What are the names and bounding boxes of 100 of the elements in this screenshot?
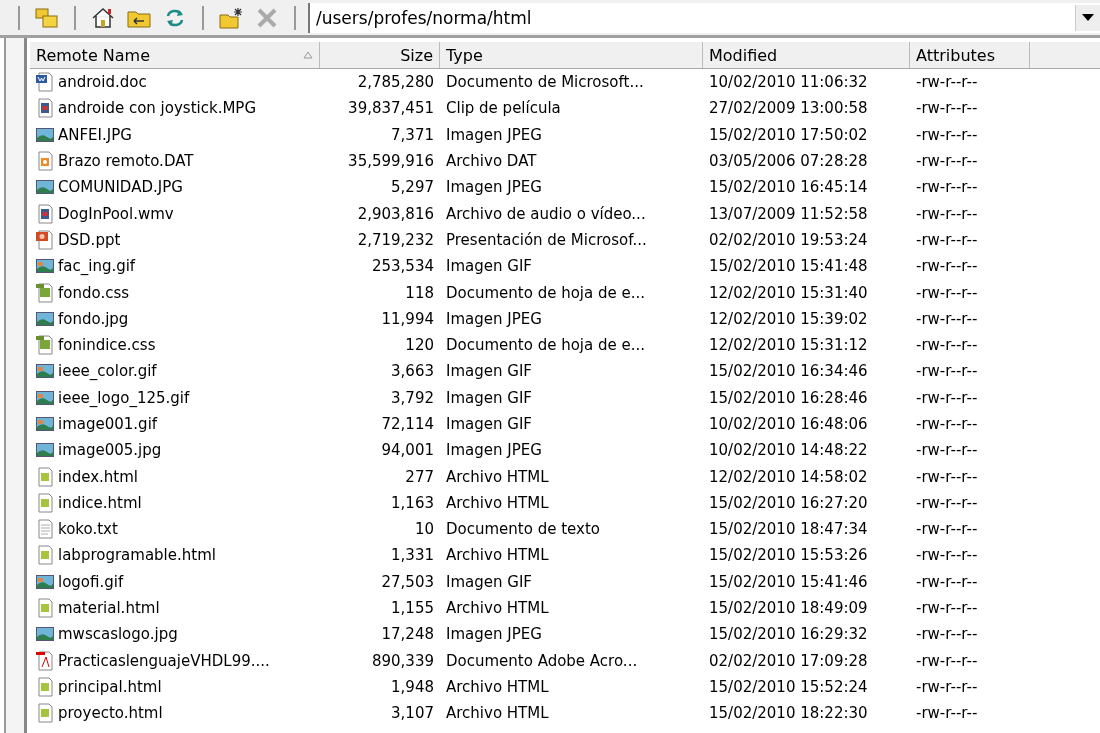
file-name[interactable]: ieee_color.gif (58, 362, 157, 381)
file-attributes: -rw-r--r-- (916, 125, 978, 144)
file-modified: 15/02/2010 15:53:26 (709, 546, 868, 565)
file-attributes: -rw-r--r-- (916, 572, 978, 591)
file-name[interactable]: ieee_logo_125.gif (58, 388, 190, 407)
file-size: 3,663 (391, 362, 434, 381)
file-modified: 15/02/2010 16:34:46 (709, 362, 868, 381)
file-name[interactable]: labprogramable.html (58, 546, 216, 565)
file-modified: 13/07/2009 11:52:58 (709, 204, 868, 223)
file-name[interactable]: image001.gif (58, 415, 158, 433)
file-name[interactable]: COMUNIDAD.JPG (58, 178, 183, 197)
path-field[interactable]: /users/profes/norma/html (308, 2, 1100, 33)
file-size: 94,001 (381, 441, 434, 460)
file-size: 3,792 (391, 388, 434, 407)
file-name[interactable]: mwscaslogo.jpg (58, 625, 178, 644)
document-icon (36, 72, 54, 93)
file-name[interactable]: koko.txt (58, 520, 118, 539)
file-size: 1,155 (391, 599, 434, 618)
film-icon (36, 98, 54, 119)
file-modified: 15/02/2010 16:29:32 (709, 625, 868, 644)
web-page-icon (36, 676, 54, 697)
sort-ascending-icon (303, 51, 313, 59)
file-size: 277 (405, 467, 434, 486)
file-modified: 15/02/2010 18:49:09 (709, 599, 868, 618)
file-type: Archivo HTML (446, 467, 549, 486)
file-attributes: -rw-r--r-- (916, 230, 978, 249)
file-attributes: -rw-r--r-- (916, 388, 978, 407)
file-name[interactable]: image005.jpg (58, 441, 162, 460)
file-type: Archivo HTML (446, 704, 549, 723)
file-type: Archivo HTML (446, 677, 549, 696)
file-name[interactable]: index.html (58, 467, 138, 486)
file-attributes: -rw-r--r-- (916, 415, 978, 433)
file-type: Archivo HTML (446, 493, 549, 512)
file-attributes: -rw-r--r-- (916, 546, 978, 565)
file-name[interactable]: fondo.css (58, 283, 130, 302)
file-size: 118 (405, 283, 434, 302)
file-modified: 15/02/2010 15:41:48 (709, 257, 868, 276)
file-size: 10 (414, 520, 434, 539)
file-modified: 10/02/2010 16:48:06 (709, 415, 868, 433)
presentation-icon (36, 229, 54, 250)
file-name[interactable]: Brazo remoto.DAT (58, 152, 194, 171)
file-type: Documento de hoja de e... (446, 336, 646, 355)
file-size: 120 (405, 336, 434, 355)
file-name[interactable]: proyecto.html (58, 704, 163, 723)
file-modified: 12/02/2010 14:58:02 (709, 467, 868, 486)
column-header[interactable]: Attributes (910, 42, 1030, 68)
file-type: Clip de película (446, 99, 561, 118)
file-name[interactable]: principal.html (58, 677, 162, 696)
file-type: Imagen GIF (446, 362, 532, 381)
file-size: 253,534 (371, 257, 434, 276)
file-modified: 02/02/2010 19:53:24 (709, 230, 868, 249)
file-type: Imagen JPEG (446, 309, 542, 328)
file-type: Imagen GIF (446, 388, 532, 407)
file-size: 17,248 (381, 625, 434, 644)
file-name[interactable]: DogInPool.wmv (58, 204, 174, 223)
file-modified: 15/02/2010 17:50:02 (709, 125, 868, 144)
file-modified: 03/05/2006 07:28:28 (709, 152, 868, 171)
file-name[interactable]: fonindice.css (58, 336, 156, 355)
column-header[interactable]: Modified (703, 42, 910, 68)
text-file-icon (36, 519, 54, 540)
file-name[interactable]: indice.html (58, 493, 142, 512)
file-modified: 15/02/2010 15:41:46 (709, 572, 868, 591)
file-modified: 12/02/2010 15:31:12 (709, 336, 868, 355)
file-modified: 15/02/2010 18:47:34 (709, 520, 868, 539)
file-attributes: -rw-r--r-- (916, 257, 978, 276)
file-attributes: -rw-r--r-- (916, 73, 978, 92)
file-name[interactable]: fondo.jpg (58, 309, 129, 328)
file-size: 3,107 (391, 704, 434, 723)
file-name[interactable]: ANFEI.JPG (58, 125, 132, 144)
file-attributes: -rw-r--r-- (916, 309, 978, 328)
file-attributes: -rw-r--r-- (916, 336, 978, 355)
file-type: Archivo DAT (446, 152, 537, 171)
file-name[interactable]: androide con joystick.MPG (58, 99, 257, 118)
file-attributes: -rw-r--r-- (916, 704, 978, 723)
file-name[interactable]: fac_ing.gif (58, 257, 136, 276)
file-name[interactable]: PracticaslenguajeVHDL99.... (58, 651, 270, 670)
file-size: 5,297 (391, 178, 434, 197)
file-name[interactable]: android.doc (58, 73, 147, 92)
file-attributes: -rw-r--r-- (916, 204, 978, 223)
file-size: 2,719,232 (357, 230, 434, 249)
file-size: 2,903,816 (357, 204, 434, 223)
web-page-icon (36, 598, 54, 619)
file-name[interactable]: material.html (58, 599, 160, 618)
file-name[interactable]: logofi.gif (58, 572, 124, 591)
file-size: 1,948 (391, 677, 434, 696)
file-name[interactable]: DSD.ppt (58, 230, 121, 249)
column-header[interactable]: Remote Name (30, 42, 320, 68)
file-attributes: -rw-r--r-- (916, 178, 978, 197)
column-header[interactable]: Size (320, 42, 440, 68)
file-type: Presentación de Microsof... (446, 230, 647, 249)
file-type: Imagen GIF (446, 257, 532, 276)
file-modified: 10/02/2010 11:06:32 (709, 73, 868, 92)
file-type: Imagen JPEG (446, 441, 542, 460)
file-modified: 12/02/2010 15:39:02 (709, 309, 868, 328)
stylesheet-icon (36, 282, 54, 303)
column-header[interactable]: Type (440, 42, 703, 68)
file-modified: 15/02/2010 16:28:46 (709, 388, 868, 407)
film-icon (36, 203, 54, 224)
stylesheet-icon (36, 335, 54, 356)
file-type: Documento de hoja de e... (446, 283, 646, 302)
